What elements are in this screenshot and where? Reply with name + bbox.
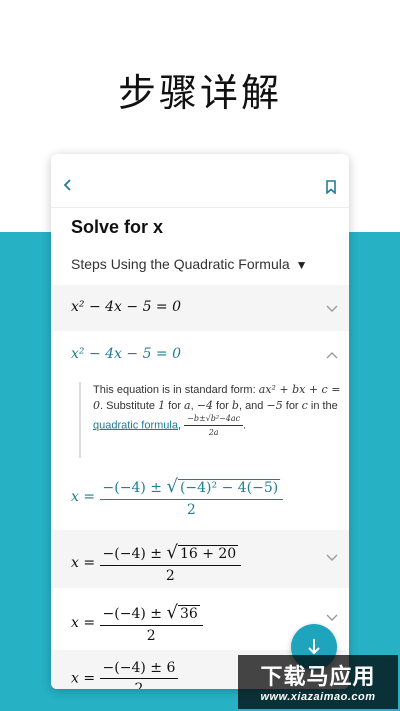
equation-fraction: −(−4) ± √ (−4)² − 4(−5) 2 — [99, 476, 284, 518]
equation-fraction: −(−4) ± √ 36 2 — [99, 602, 203, 644]
explanation-text: for — [282, 400, 302, 412]
explanation-text: for — [212, 400, 232, 412]
step-explanation: This equation is in standard form: ax² +… — [79, 382, 345, 458]
explanation-math: −5 — [266, 399, 283, 412]
step-equation: x² − 4x − 5 = 0 — [71, 299, 182, 315]
chevron-down-icon[interactable] — [326, 554, 338, 562]
phone-card: Solve for x Steps Using the Quadratic Fo… — [51, 154, 349, 689]
equation-fraction: −(−4) ± 6 2 — [99, 660, 179, 689]
denominator: 2 — [165, 568, 175, 584]
explanation-text: for — [165, 400, 185, 412]
explanation-text: . Substitute — [100, 400, 159, 412]
chevron-down-icon[interactable] — [326, 614, 338, 622]
numerator-text: −(−4) ± — [102, 480, 163, 496]
radical-icon: √ — [166, 542, 178, 563]
chevron-left-icon[interactable] — [62, 178, 74, 192]
explanation-text: in the — [307, 400, 338, 412]
watermark-title: 下载马应用 — [260, 665, 376, 690]
explanation-math: b — [231, 399, 239, 412]
equation-block: x = −(−4) ± 6 2 — [71, 660, 179, 689]
step-row-expanded[interactable]: x² − 4x − 5 = 0 — [51, 331, 349, 377]
bookmark-icon[interactable] — [325, 180, 337, 194]
numerator-text: −(−4) ± 6 — [99, 660, 179, 679]
formula-fraction: −b±√b²−4ac 2a — [184, 414, 244, 437]
radicand: 16 + 20 — [177, 545, 239, 562]
radical-icon: √ — [166, 602, 178, 623]
caret-down-icon: ▼ — [295, 258, 308, 272]
chevron-up-icon[interactable] — [326, 351, 338, 359]
equation-lhs: x = — [71, 670, 96, 687]
method-label: Steps Using the Quadratic Formula — [71, 256, 290, 272]
explanation-text: . — [243, 419, 247, 432]
numerator-text: −(−4) ± — [102, 606, 163, 622]
equation-block: x = −(−4) ± √ (−4)² − 4(−5) 2 — [71, 476, 284, 518]
chevron-down-icon[interactable] — [326, 305, 338, 313]
denominator: 2 — [146, 628, 156, 644]
step-row[interactable]: x = −(−4) ± √ 16 + 20 2 — [51, 530, 349, 588]
step-equation: x² − 4x − 5 = 0 — [71, 346, 182, 362]
step-row[interactable]: x² − 4x − 5 = 0 — [51, 285, 349, 331]
denominator: 2 — [134, 681, 144, 689]
top-bar — [51, 154, 349, 208]
quadratic-formula-link[interactable]: quadratic formula — [93, 419, 178, 431]
formula-denominator: 2a — [208, 428, 219, 437]
method-dropdown[interactable]: Steps Using the Quadratic Formula ▼ — [71, 256, 308, 272]
arrow-down-icon — [308, 639, 320, 655]
radicand: 36 — [177, 605, 200, 622]
equation-block: x = −(−4) ± √ 36 2 — [71, 602, 203, 644]
equation-lhs: x = — [71, 489, 96, 505]
formula-numerator: −b±√b²−4ac — [184, 414, 244, 426]
problem-title: Solve for x — [71, 217, 164, 237]
radical-icon: √ — [166, 476, 178, 497]
equation-lhs: x = — [71, 615, 96, 631]
equation-lhs: x = — [71, 555, 96, 571]
hero-title: 步骤详解 — [117, 71, 282, 115]
radicand: (−4)² − 4(−5) — [177, 479, 281, 496]
equation-block: x = −(−4) ± √ 16 + 20 2 — [71, 542, 242, 584]
equation-fraction: −(−4) ± √ 16 + 20 2 — [99, 542, 242, 584]
numerator-text: −(−4) ± — [102, 546, 163, 562]
explanation-text: , and — [238, 400, 267, 412]
explanation-text: This equation is in standard form: — [93, 384, 259, 396]
denominator: 2 — [186, 502, 196, 518]
watermark-url: www.xiazaimao.com — [260, 691, 376, 703]
explanation-math: −4 — [196, 399, 213, 412]
watermark-logo: 下载马应用 www.xiazaimao.com — [238, 655, 398, 709]
